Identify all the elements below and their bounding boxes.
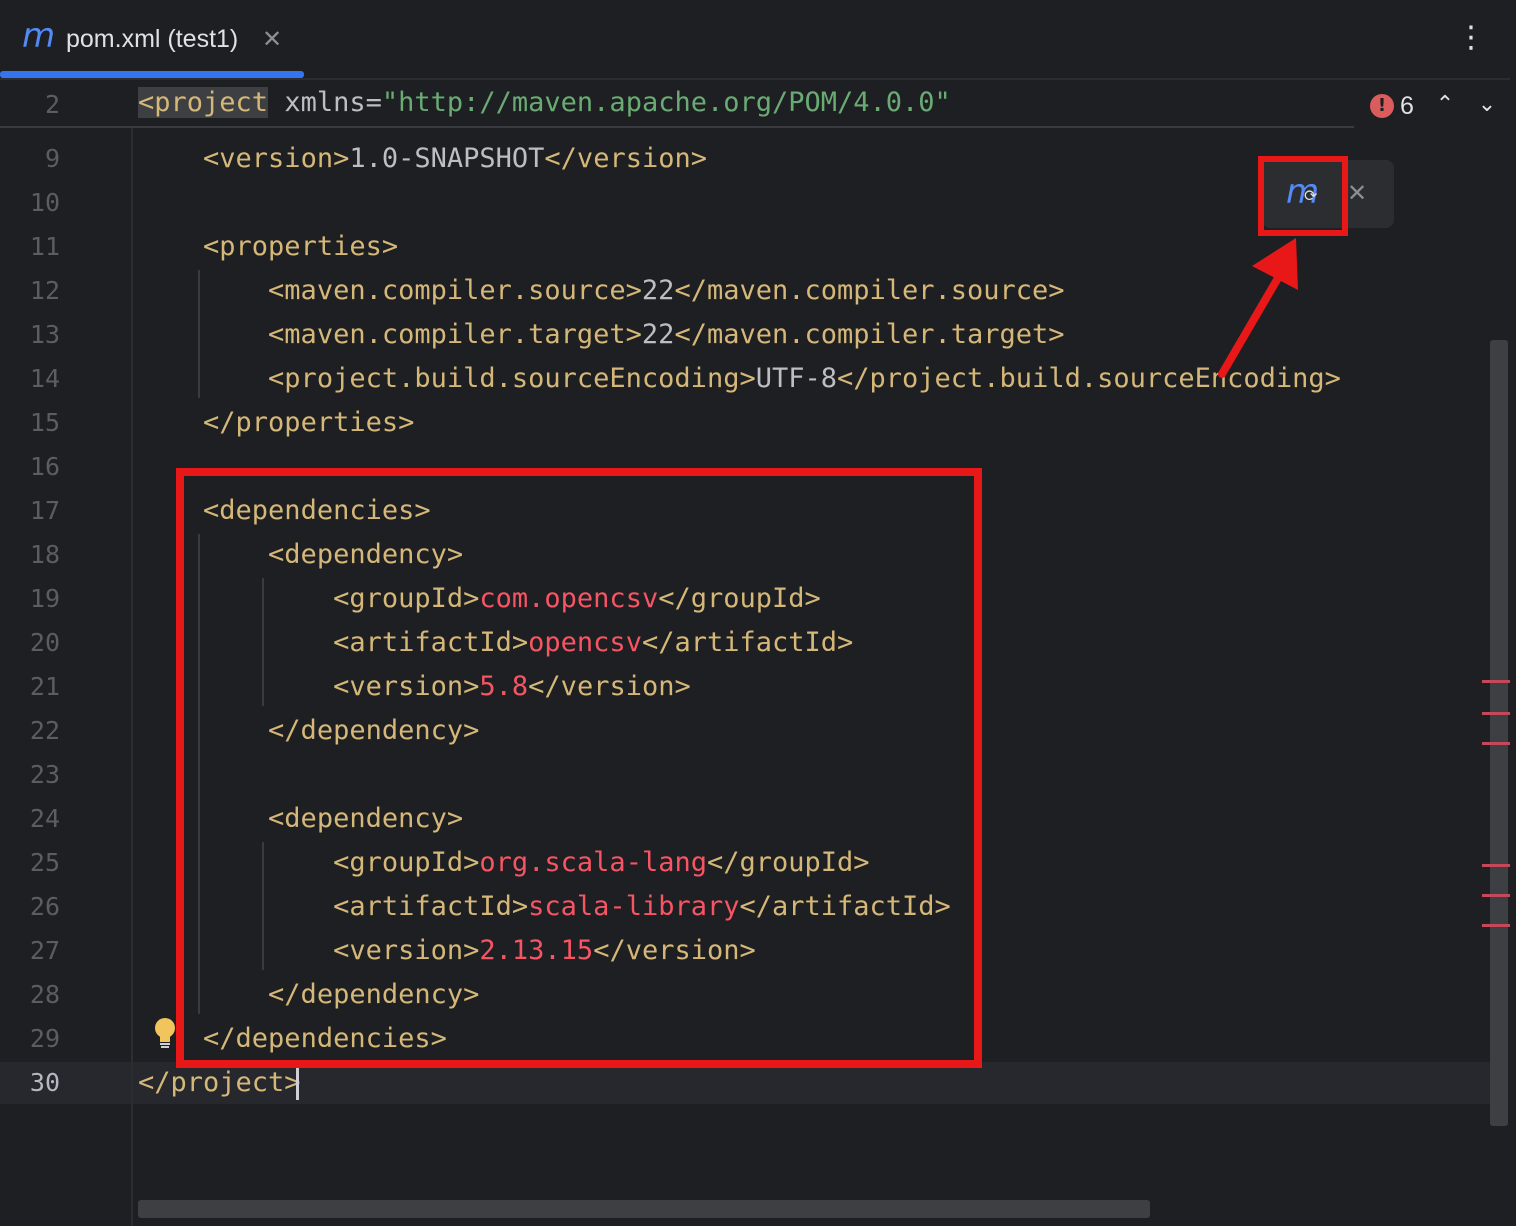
xml-tag: <version>: [203, 143, 350, 174]
horizontal-scrollbar[interactable]: [138, 1200, 1150, 1218]
annotation-highlight-box: [176, 468, 982, 1068]
error-stripe-mark[interactable]: [1482, 712, 1510, 715]
xml-tag: </project>: [138, 1067, 301, 1098]
line-number: 25: [29, 848, 60, 877]
xml-tag: <properties>: [203, 231, 399, 262]
gutter-separator: [131, 128, 133, 1226]
annotation-highlight-box: [1258, 156, 1348, 236]
line-number: 9: [44, 144, 60, 173]
xml-tag: <project.build.sourceEncoding>: [268, 363, 756, 394]
line-number: 11: [29, 232, 60, 261]
xml-tag: <maven.compiler.target>: [268, 319, 642, 350]
line-number: 15: [29, 408, 60, 437]
xml-tag: </maven.compiler.source>: [674, 275, 1065, 306]
line-number: 17: [29, 496, 60, 525]
error-count: 6: [1400, 92, 1414, 120]
active-tab-indicator: [0, 71, 304, 78]
line-number: 13: [29, 320, 60, 349]
line-number: 12: [29, 276, 60, 305]
xml-value: UTF-8: [755, 363, 837, 394]
code-line[interactable]: <properties>: [138, 230, 398, 264]
error-stripe-mark[interactable]: [1482, 742, 1510, 745]
error-stripe-mark[interactable]: [1482, 894, 1510, 897]
project-tag: <project: [138, 87, 269, 118]
xml-value: 1.0-SNAPSHOT: [349, 143, 545, 174]
line-number: 27: [29, 936, 60, 965]
sticky-line-number: 2: [44, 90, 60, 119]
line-number: 19: [29, 584, 60, 613]
line-number: 20: [29, 628, 60, 657]
line-number: 24: [29, 804, 60, 833]
line-number: 23: [29, 760, 60, 789]
line-number: 21: [29, 672, 60, 701]
line-number: 22: [29, 716, 60, 745]
xmlns-value: "http://maven.apache.org/POM/4.0.0": [381, 87, 951, 118]
line-number: 30: [29, 1068, 60, 1097]
close-icon[interactable]: ✕: [262, 22, 282, 56]
sticky-lines-header[interactable]: 2 <project xmlns="http://maven.apache.or…: [0, 80, 1510, 128]
xml-tag: </maven.compiler.target>: [674, 319, 1065, 350]
code-line[interactable]: <maven.compiler.source>22</maven.compile…: [138, 274, 1065, 308]
xml-tag: </properties>: [203, 407, 415, 438]
xml-tag: <maven.compiler.source>: [268, 275, 642, 306]
code-line[interactable]: <maven.compiler.target>22</maven.compile…: [138, 318, 1065, 352]
vertical-scrollbar[interactable]: [1490, 340, 1508, 1126]
error-stripe-mark[interactable]: [1482, 864, 1510, 867]
more-options-icon[interactable]: ⋮: [1456, 20, 1486, 60]
code-line[interactable]: <project.build.sourceEncoding>UTF-8</pro…: [138, 362, 1341, 396]
next-problem-icon[interactable]: ⌄: [1472, 88, 1502, 122]
annotation-arrow: [1218, 238, 1298, 378]
xmlns-attr: xmlns: [284, 87, 366, 118]
sticky-code-line[interactable]: <project xmlns="http://maven.apache.org/…: [138, 86, 951, 120]
line-number: 14: [29, 364, 60, 393]
xml-value: 22: [641, 275, 675, 306]
code-line[interactable]: <version>1.0-SNAPSHOT</version>: [138, 142, 707, 176]
editor-tab-bar: m pom.xml (test1) ✕ ⋮: [0, 0, 1510, 80]
line-number: 28: [29, 980, 60, 1009]
previous-problem-icon[interactable]: ⌃: [1430, 88, 1460, 122]
problems-widget[interactable]: ! 6 ⌃ ⌄: [1354, 82, 1510, 128]
tab-label: pom.xml (test1): [66, 25, 239, 53]
error-stripe-mark[interactable]: [1482, 680, 1510, 683]
line-number: 26: [29, 892, 60, 921]
xml-tag: </version>: [544, 143, 707, 174]
code-line[interactable]: </project>: [138, 1066, 301, 1100]
line-number: 10: [29, 188, 60, 217]
text-caret: [296, 1066, 299, 1100]
error-stripe-mark[interactable]: [1482, 924, 1510, 927]
line-number: 29: [29, 1024, 60, 1053]
xml-value: 22: [641, 319, 675, 350]
code-line[interactable]: </properties>: [138, 406, 414, 440]
line-number: 16: [29, 452, 60, 481]
indent-guide: [198, 270, 200, 398]
attr-eq: =: [365, 87, 382, 118]
line-number: 18: [29, 540, 60, 569]
error-icon: !: [1370, 94, 1394, 118]
maven-icon: m: [22, 16, 56, 56]
tab-pom-xml[interactable]: m pom.xml (test1) ✕: [0, 0, 304, 78]
